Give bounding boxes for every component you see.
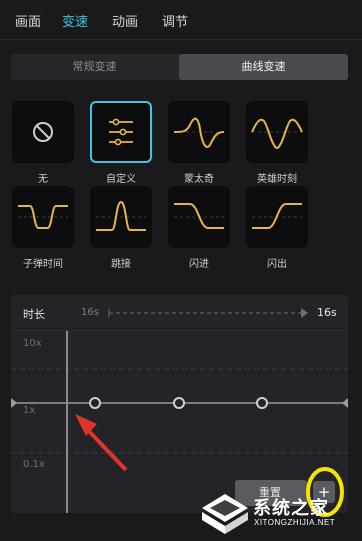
- top-tab-bar: 画面 变速 动画 调节: [0, 0, 362, 40]
- preset-tile: [246, 186, 308, 248]
- preset-label: 自定义: [106, 174, 136, 185]
- duration-source: 16s: [81, 307, 99, 318]
- preset-label: 闪进: [189, 259, 209, 270]
- preset-flash-out[interactable]: 闪出: [246, 186, 308, 270]
- preset-hero-moment[interactable]: 英雄时刻: [246, 101, 308, 185]
- duration-header: 时长 16s 16s: [11, 295, 348, 331]
- montage-curve-icon: [173, 117, 225, 148]
- speed-control-point[interactable]: [256, 397, 268, 409]
- preset-tile: [168, 101, 230, 163]
- tab-speed[interactable]: 变速: [62, 11, 88, 30]
- none-circle-icon: [33, 122, 53, 142]
- watermark-logo-icon: [202, 494, 248, 534]
- preset-label: 无: [38, 174, 48, 185]
- preset-tile: [90, 186, 152, 248]
- preset-label: 跳接: [111, 259, 131, 270]
- duration-arrow-icon: [108, 308, 308, 318]
- preset-tile: [12, 186, 74, 248]
- tab-adjust[interactable]: 调节: [162, 11, 188, 30]
- flash-out-curve-icon: [252, 203, 302, 229]
- normal-speed-option[interactable]: 常规变速: [11, 54, 178, 80]
- custom-sliders-icon: [109, 118, 133, 146]
- tab-animation[interactable]: 动画: [112, 11, 138, 30]
- hero-moment-curve-icon: [251, 118, 303, 149]
- duration-target: 16s: [317, 306, 337, 319]
- curve-right-edge-marker: [342, 398, 348, 408]
- jump-cut-curve-icon: [96, 200, 146, 231]
- preset-custom[interactable]: 自定义: [90, 101, 152, 185]
- flash-in-curve-icon: [174, 203, 224, 229]
- preset-label: 子弹时间: [23, 259, 63, 270]
- preset-none[interactable]: 无: [12, 101, 74, 185]
- preset-label: 蒙太奇: [184, 174, 214, 185]
- duration-label: 时长: [23, 308, 45, 321]
- curve-speed-option[interactable]: 曲线变速: [179, 54, 348, 80]
- speed-control-point[interactable]: [173, 397, 185, 409]
- preset-tile: [246, 101, 308, 163]
- preset-flash-in[interactable]: 闪进: [168, 186, 230, 270]
- watermark-subtitle: XITONGZHIJIA.NET: [254, 518, 336, 527]
- preset-montage[interactable]: 蒙太奇: [168, 101, 230, 185]
- preset-label: 英雄时刻: [257, 174, 297, 185]
- watermark-title: 系统之家: [253, 498, 329, 519]
- tab-picture[interactable]: 画面: [15, 11, 41, 30]
- curve-left-edge-marker: [11, 398, 17, 408]
- watermark: 系统之家 XITONGZHIJIA.NET: [200, 488, 362, 541]
- preset-jump-cut[interactable]: 跳接: [90, 186, 152, 270]
- speed-mode-switch: 常规变速 曲线变速: [11, 54, 348, 80]
- curve-editor: 时长 16s 16s 10x 1x 0.1x 重置 +: [11, 295, 348, 513]
- preset-tile: [90, 101, 152, 163]
- speed-control-point[interactable]: [89, 397, 101, 409]
- preset-bullet-time[interactable]: 子弹时间: [12, 186, 74, 270]
- preset-tile: [12, 101, 74, 163]
- preset-label: 闪出: [267, 259, 287, 270]
- preset-tile: [168, 186, 230, 248]
- bullet-time-curve-icon: [18, 205, 68, 229]
